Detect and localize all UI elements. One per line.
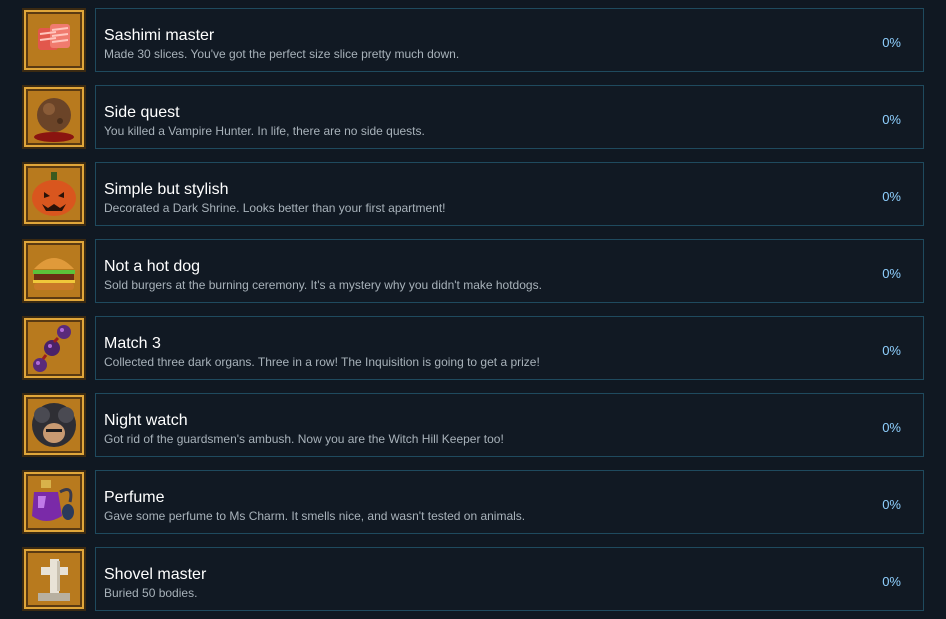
achievement-card: Side quest You killed a Vampire Hunter. … xyxy=(95,85,924,149)
achievement-card: Shovel master Buried 50 bodies. 0% xyxy=(95,547,924,611)
achievement-progress: 0% xyxy=(882,420,901,435)
dark-organs-icon xyxy=(22,316,86,380)
achievement-description: Got rid of the guardsmen's ambush. Now y… xyxy=(104,432,504,446)
achievement-description: Collected three dark organs. Three in a … xyxy=(104,355,540,369)
sashimi-icon xyxy=(22,8,86,72)
achievement-card: Night watch Got rid of the guardsmen's a… xyxy=(95,393,924,457)
achievement-progress: 0% xyxy=(882,266,901,281)
achievement-row: Shovel master Buried 50 bodies. 0% xyxy=(22,547,924,611)
achievement-row: Not a hot dog Sold burgers at the burnin… xyxy=(22,239,924,303)
achievement-title: Perfume xyxy=(104,489,165,506)
achievement-description: Made 30 slices. You've got the perfect s… xyxy=(104,47,460,61)
achievement-card: Perfume Gave some perfume to Ms Charm. I… xyxy=(95,470,924,534)
achievement-card: Not a hot dog Sold burgers at the burnin… xyxy=(95,239,924,303)
achievement-progress: 0% xyxy=(882,574,901,589)
achievement-description: Buried 50 bodies. xyxy=(104,586,198,600)
achievement-description: You killed a Vampire Hunter. In life, th… xyxy=(104,124,425,138)
perfume-bottle-icon xyxy=(22,470,86,534)
achievement-progress: 0% xyxy=(882,189,901,204)
achievement-row: Side quest You killed a Vampire Hunter. … xyxy=(22,85,924,149)
achievement-card: Match 3 Collected three dark organs. Thr… xyxy=(95,316,924,380)
achievement-row: Sashimi master Made 30 slices. You've go… xyxy=(22,8,924,72)
achievement-row: Night watch Got rid of the guardsmen's a… xyxy=(22,393,924,457)
achievement-description: Gave some perfume to Ms Charm. It smells… xyxy=(104,509,526,523)
achievement-title: Not a hot dog xyxy=(104,258,201,275)
achievement-progress: 0% xyxy=(882,343,901,358)
achievement-progress: 0% xyxy=(882,112,901,127)
achievement-title: Match 3 xyxy=(104,335,161,352)
achievement-title: Simple but stylish xyxy=(104,181,229,198)
achievement-row: Simple but stylish Decorated a Dark Shri… xyxy=(22,162,924,226)
achievement-progress: 0% xyxy=(882,497,901,512)
achievement-description: Sold burgers at the burning ceremony. It… xyxy=(104,278,542,292)
achievement-title: Side quest xyxy=(104,104,180,121)
achievement-card: Sashimi master Made 30 slices. You've go… xyxy=(95,8,924,72)
achievements-list: Sashimi master Made 30 slices. You've go… xyxy=(0,0,946,619)
burger-icon xyxy=(22,239,86,303)
head-icon xyxy=(22,85,86,149)
achievement-title: Shovel master xyxy=(104,566,207,583)
achievement-card: Simple but stylish Decorated a Dark Shri… xyxy=(95,162,924,226)
achievement-row: Match 3 Collected three dark organs. Thr… xyxy=(22,316,924,380)
achievement-description: Decorated a Dark Shrine. Looks better th… xyxy=(104,201,446,215)
achievement-title: Night watch xyxy=(104,412,188,429)
achievement-progress: 0% xyxy=(882,35,901,50)
gravestone-icon xyxy=(22,547,86,611)
hooded-guard-icon xyxy=(22,393,86,457)
achievement-title: Sashimi master xyxy=(104,27,215,44)
achievement-row: Perfume Gave some perfume to Ms Charm. I… xyxy=(22,470,924,534)
pumpkin-icon xyxy=(22,162,86,226)
